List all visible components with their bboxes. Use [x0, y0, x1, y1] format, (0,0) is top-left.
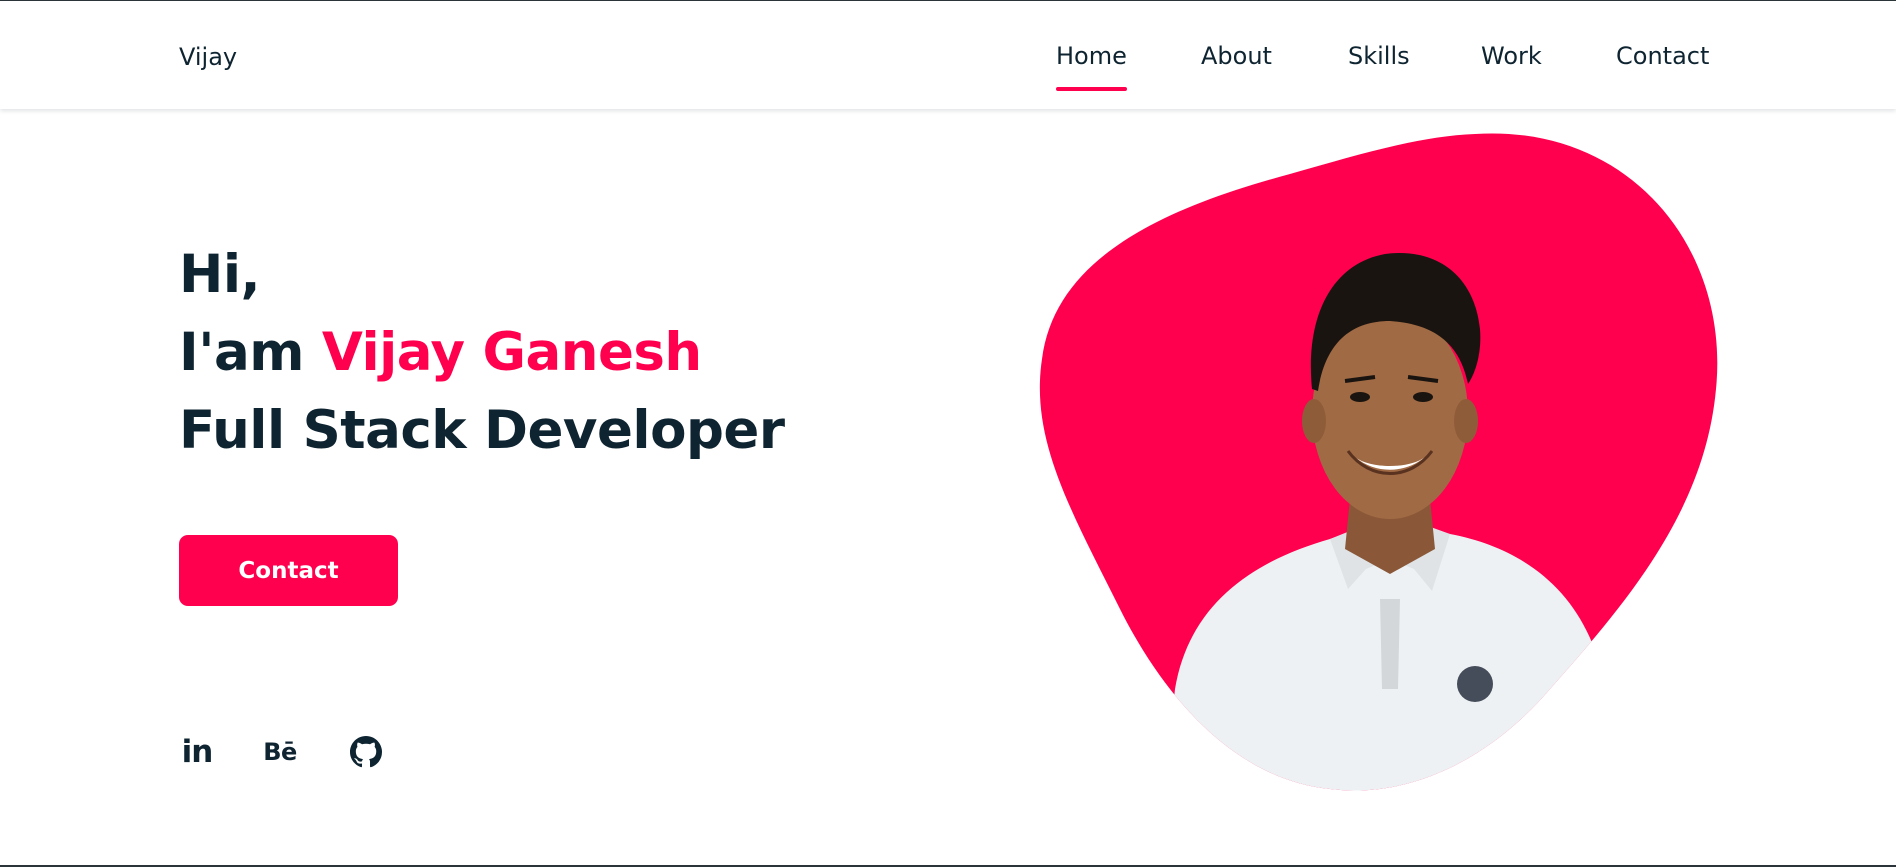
linkedin-link[interactable]: in — [179, 732, 215, 772]
nav-contact[interactable]: Contact — [1616, 42, 1709, 70]
hero-contact-button[interactable]: Contact — [179, 535, 398, 606]
nav-about[interactable]: About — [1201, 42, 1272, 70]
nav-home[interactable]: Home — [1056, 42, 1127, 91]
site-header: Vijay Home About Skills Work Contact — [0, 1, 1896, 109]
page-viewport: Vijay Home About Skills Work Contact Hi,… — [0, 1, 1896, 865]
hero-greeting: Hi, — [179, 244, 261, 305]
nav-work[interactable]: Work — [1481, 42, 1542, 70]
hero-intro: I'am Vijay Ganesh — [179, 322, 702, 383]
hero-title: Full Stack Developer — [179, 400, 785, 461]
profile-blob — [1030, 129, 1760, 799]
nav-skills[interactable]: Skills — [1348, 42, 1410, 70]
hero-intro-prefix: I'am — [179, 322, 304, 383]
behance-link[interactable]: Bē — [262, 732, 298, 772]
profile-image — [1039, 133, 1718, 791]
behance-icon: Bē — [263, 738, 297, 766]
github-icon — [350, 736, 382, 768]
linkedin-icon: in — [181, 734, 214, 770]
main-nav: Home About Skills Work Contact — [0, 42, 1896, 92]
hero-name: Vijay Ganesh — [321, 322, 702, 383]
github-link[interactable] — [348, 732, 384, 772]
